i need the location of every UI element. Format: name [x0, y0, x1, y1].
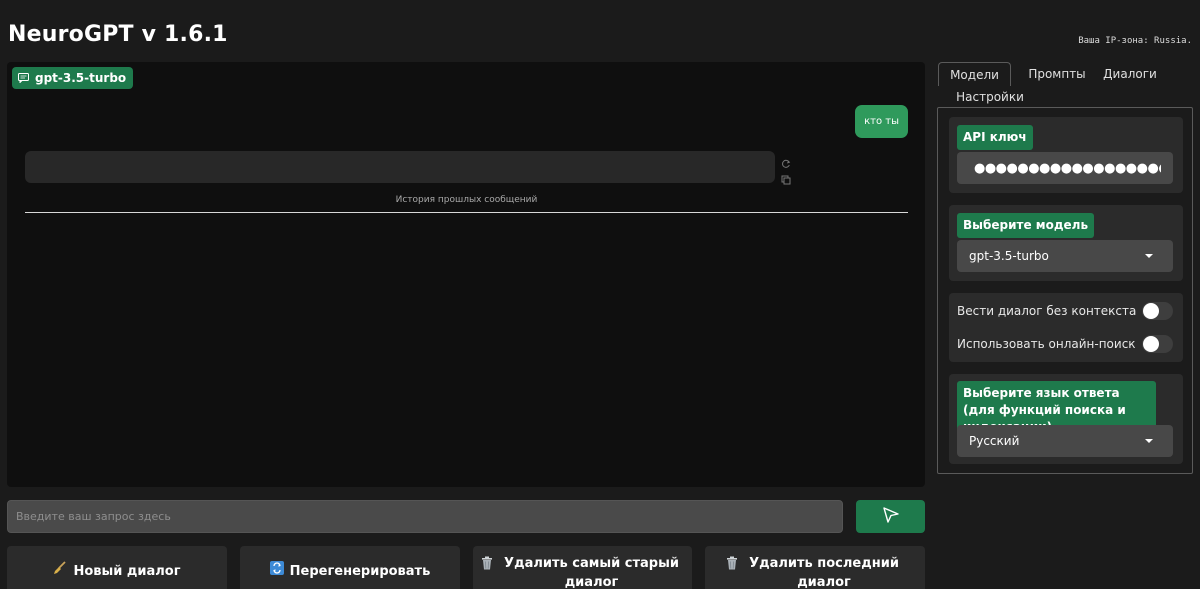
trash-icon — [481, 556, 493, 576]
model-select-dropdown[interactable]: gpt-3.5-turbo — [957, 240, 1173, 272]
tab-models-label: Модели — [950, 67, 999, 82]
query-input[interactable] — [7, 500, 843, 533]
delete-last-dialog-label: Удалить последний диалог — [749, 556, 899, 589]
refresh-arrows-icon — [269, 561, 284, 581]
tab-dialogs[interactable]: Диалоги — [1099, 62, 1161, 86]
model-select-value: gpt-3.5-turbo — [969, 249, 1049, 263]
app-title: NeuroGPT v 1.6.1 — [8, 22, 228, 47]
language-select-dropdown[interactable]: Русский — [957, 425, 1173, 457]
new-dialog-button[interactable]: Новый диалог — [7, 546, 227, 589]
bot-message — [25, 151, 775, 183]
tab-prompts-label: Промпты — [1028, 67, 1086, 81]
chevron-down-icon — [1145, 439, 1153, 443]
model-select-card: Выберите модель gpt-3.5-turbo — [949, 205, 1183, 281]
tab-settings-label: Настройки — [956, 90, 1024, 104]
online-search-toggle-row: Использовать онлайн-поиск — [957, 333, 1173, 355]
trash-icon — [726, 556, 738, 576]
history-label: История прошлых сообщений — [395, 195, 538, 205]
api-key-label: API ключ — [957, 125, 1033, 150]
tab-prompts[interactable]: Промпты — [1015, 62, 1099, 86]
history-divider — [25, 212, 908, 213]
regenerate-button[interactable]: Перегенерировать — [240, 546, 460, 589]
language-select-card: Выберите язык ответа (для функций поиска… — [949, 374, 1183, 464]
regenerate-label: Перегенерировать — [289, 563, 431, 579]
toggle-knob — [1143, 336, 1159, 352]
delete-oldest-dialog-button[interactable]: Удалить самый старый диалог — [473, 546, 692, 589]
tab-models[interactable]: Модели — [938, 62, 1011, 86]
models-settings-panel: API ключ ●●●●●●●●●●●●●●●●●●●●●●●●●●●● Вы… — [937, 107, 1193, 474]
api-key-card: API ключ ●●●●●●●●●●●●●●●●●●●●●●●●●●●● — [949, 117, 1183, 193]
chevron-down-icon — [1145, 254, 1153, 258]
send-button[interactable] — [856, 500, 925, 533]
broom-icon — [53, 561, 67, 581]
message-tools — [781, 154, 793, 185]
language-select-value: Русский — [969, 434, 1020, 448]
model-badge-label: gpt-3.5-turbo — [35, 71, 127, 85]
online-search-toggle-label: Использовать онлайн-поиск — [957, 337, 1136, 351]
tab-dialogs-label: Диалоги — [1103, 67, 1157, 81]
toggles-card: Вести диалог без контекста Использовать … — [949, 293, 1183, 362]
online-search-toggle[interactable] — [1142, 335, 1173, 353]
new-dialog-label: Новый диалог — [73, 563, 181, 579]
user-message-text: кто ты — [864, 116, 899, 127]
user-message: кто ты — [855, 105, 908, 138]
delete-last-dialog-button[interactable]: Удалить последний диалог — [705, 546, 925, 589]
model-badge: gpt-3.5-turbo — [12, 67, 134, 89]
toggle-knob — [1143, 303, 1159, 319]
delete-oldest-dialog-label: Удалить самый старый диалог — [504, 556, 679, 589]
api-key-field[interactable]: ●●●●●●●●●●●●●●●●●●●●●●●●●●●● — [957, 152, 1173, 184]
api-key-value: ●●●●●●●●●●●●●●●●●●●●●●●●●●●● — [974, 160, 1161, 176]
no-context-toggle-row: Вести диалог без контекста — [957, 300, 1173, 322]
model-select-label: Выберите модель — [957, 213, 1095, 238]
no-context-toggle[interactable] — [1142, 302, 1173, 320]
chat-panel: gpt-3.5-turbo кто ты История прошлых соо… — [7, 62, 925, 487]
send-arrow-icon — [882, 506, 900, 527]
no-context-toggle-label: Вести диалог без контекста — [957, 304, 1137, 318]
copy-icon[interactable] — [781, 170, 791, 185]
ip-zone-label: Ваша IP-зона: Russia. — [1078, 36, 1192, 46]
tab-settings[interactable]: Настройки — [944, 85, 1036, 109]
chat-bubble-icon — [18, 73, 29, 83]
refresh-icon[interactable] — [781, 154, 791, 168]
